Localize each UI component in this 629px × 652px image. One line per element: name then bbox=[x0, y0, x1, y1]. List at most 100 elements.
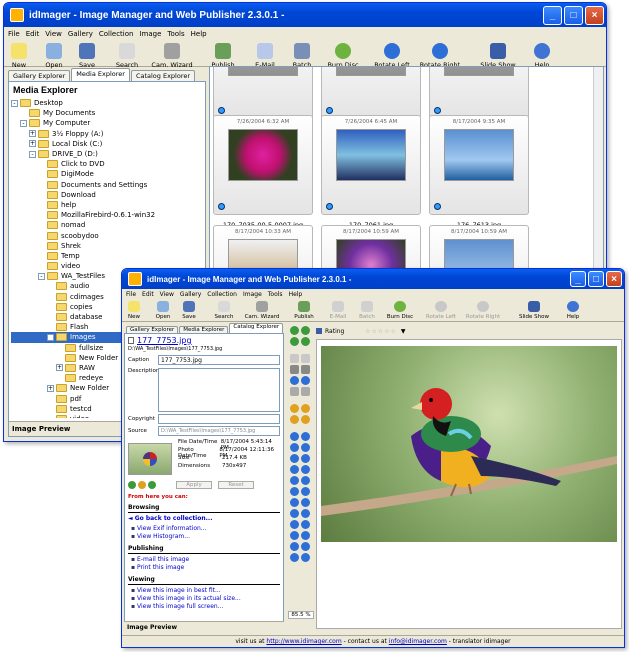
menu-gallery[interactable]: Gallery bbox=[68, 30, 93, 38]
new-button[interactable]: New bbox=[8, 43, 30, 69]
tool-icon[interactable] bbox=[290, 326, 299, 335]
menu-tools[interactable]: Tools bbox=[268, 291, 283, 298]
refresh-icon[interactable] bbox=[138, 481, 146, 489]
tool-icon[interactable] bbox=[301, 365, 310, 374]
back-titlebar[interactable]: idImager - Image Manager and Web Publish… bbox=[4, 3, 606, 27]
save-button[interactable]: Save bbox=[180, 301, 198, 320]
expand-icon[interactable]: - bbox=[47, 333, 54, 341]
tool-icon[interactable] bbox=[301, 354, 310, 363]
email-button[interactable]: E-Mail bbox=[326, 301, 350, 320]
tool-icon[interactable] bbox=[290, 487, 299, 496]
cam-wizard-button[interactable]: Cam. Wizard bbox=[150, 43, 194, 69]
tool-icon[interactable] bbox=[290, 432, 299, 441]
tool-icon[interactable] bbox=[301, 432, 310, 441]
file-name-link[interactable]: 177_7753.jpg bbox=[128, 336, 280, 345]
tool-icon[interactable] bbox=[301, 553, 310, 562]
publish-button[interactable]: Publish bbox=[290, 301, 318, 320]
source-field[interactable]: D:\WA_TestFiles\Images\177_7753.jpg bbox=[158, 426, 280, 436]
menu-file[interactable]: File bbox=[126, 291, 136, 298]
description-field[interactable] bbox=[158, 368, 280, 412]
menu-tools[interactable]: Tools bbox=[167, 30, 184, 38]
tab-catalog-explorer[interactable]: Catalog Explorer bbox=[130, 70, 196, 81]
tool-icon[interactable] bbox=[301, 337, 310, 346]
menu-collection[interactable]: Collection bbox=[99, 30, 134, 38]
expand-icon[interactable]: - bbox=[11, 99, 18, 107]
tool-icon[interactable] bbox=[290, 553, 299, 562]
slide-show-button[interactable]: Slide Show bbox=[518, 301, 550, 320]
open-button[interactable]: Open bbox=[40, 43, 68, 69]
tool-icon[interactable] bbox=[290, 365, 299, 374]
rotate-left-button[interactable]: Rotate Left bbox=[424, 301, 458, 320]
action-link[interactable]: ▪ Print this image bbox=[131, 564, 280, 572]
maximize-icon[interactable]: □ bbox=[588, 271, 604, 287]
action-link[interactable]: ▪ View this image in best fit... bbox=[131, 587, 280, 595]
tree-item[interactable]: Temp bbox=[11, 251, 205, 261]
menu-collection[interactable]: Collection bbox=[207, 291, 237, 298]
tree-item[interactable]: DigiMode bbox=[11, 169, 205, 179]
tool-icon[interactable] bbox=[290, 454, 299, 463]
close-icon[interactable]: × bbox=[585, 5, 604, 25]
menu-edit[interactable]: Edit bbox=[26, 30, 40, 38]
expand-icon[interactable]: + bbox=[47, 384, 54, 392]
tree-item[interactable]: nomad bbox=[11, 220, 205, 230]
main-image-view[interactable] bbox=[316, 339, 622, 629]
tree-item[interactable]: Download bbox=[11, 190, 205, 200]
tool-icon[interactable] bbox=[301, 542, 310, 551]
action-link[interactable]: ▪ View this image full screen... bbox=[131, 603, 280, 611]
help-button[interactable]: Help bbox=[564, 301, 582, 320]
action-link[interactable]: ▪ View Histogram... bbox=[131, 533, 280, 541]
tool-icon[interactable] bbox=[301, 509, 310, 518]
menu-view[interactable]: View bbox=[45, 30, 62, 38]
email-link[interactable]: info@idimager.com bbox=[389, 638, 447, 645]
website-link[interactable]: http://www.idimager.com bbox=[266, 638, 341, 645]
tree-item[interactable]: MozillaFirebird-0.6.1-win32 bbox=[11, 210, 205, 220]
action-link[interactable]: ▪ E-mail this image bbox=[131, 556, 280, 564]
front-titlebar[interactable]: idImager - Image Manager and Web Publish… bbox=[122, 269, 624, 289]
back-arrow-icon[interactable] bbox=[128, 481, 136, 489]
thumbnail[interactable] bbox=[213, 67, 313, 119]
tool-icon[interactable] bbox=[290, 376, 299, 385]
tool-icon[interactable] bbox=[301, 376, 310, 385]
action-link[interactable]: ▪ View Exif information... bbox=[131, 525, 280, 533]
open-button[interactable]: Open bbox=[152, 301, 174, 320]
reset-button[interactable]: Reset bbox=[218, 481, 254, 489]
rating-stars[interactable]: ☆☆☆☆☆ bbox=[365, 328, 397, 335]
tree-item[interactable]: Click to DVD bbox=[11, 159, 205, 169]
tool-icon[interactable] bbox=[290, 443, 299, 452]
tool-icon[interactable] bbox=[301, 415, 310, 424]
tool-icon[interactable] bbox=[290, 465, 299, 474]
thumbnail[interactable] bbox=[321, 67, 421, 119]
tree-item[interactable]: Documents and Settings bbox=[11, 180, 205, 190]
tab-gallery-explorer[interactable]: Gallery Explorer bbox=[126, 326, 179, 333]
tool-icon[interactable] bbox=[301, 520, 310, 529]
rating-dropdown-icon[interactable]: ▼ bbox=[401, 328, 406, 335]
menu-image[interactable]: Image bbox=[139, 30, 161, 38]
tool-icon[interactable] bbox=[301, 487, 310, 496]
tool-icon[interactable] bbox=[290, 520, 299, 529]
expand-icon[interactable]: - bbox=[20, 119, 27, 127]
tree-item[interactable]: + Local Disk (C:) bbox=[11, 139, 205, 149]
menu-edit[interactable]: Edit bbox=[142, 291, 154, 298]
tool-icon[interactable] bbox=[290, 404, 299, 413]
tool-icon[interactable] bbox=[290, 354, 299, 363]
menu-gallery[interactable]: Gallery bbox=[180, 291, 201, 298]
tool-icon[interactable] bbox=[301, 454, 310, 463]
cam-wizard-button[interactable]: Cam. Wizard bbox=[244, 301, 280, 320]
tool-icon[interactable] bbox=[301, 443, 310, 452]
expand-icon[interactable]: - bbox=[38, 272, 45, 280]
tool-icon[interactable] bbox=[290, 542, 299, 551]
tree-item[interactable]: help bbox=[11, 200, 205, 210]
thumbnail[interactable]: 7/26/2004 6:45 AM bbox=[321, 115, 421, 215]
tree-item[interactable]: - DRIVE_D (D:) bbox=[11, 149, 205, 159]
tool-icon[interactable] bbox=[290, 531, 299, 540]
menu-help[interactable]: Help bbox=[191, 30, 207, 38]
tool-icon[interactable] bbox=[290, 415, 299, 424]
thumbnail[interactable]: 7/26/2004 6:32 AM bbox=[213, 115, 313, 215]
tab-media-explorer[interactable]: Media Explorer bbox=[71, 68, 130, 81]
menu-view[interactable]: View bbox=[160, 291, 174, 298]
save-button[interactable]: Save bbox=[76, 43, 98, 69]
tool-icon[interactable] bbox=[290, 476, 299, 485]
expand-icon[interactable]: + bbox=[56, 364, 63, 372]
tree-item[interactable]: My Documents bbox=[11, 108, 205, 118]
tree-item[interactable]: - My Computer bbox=[11, 118, 205, 128]
